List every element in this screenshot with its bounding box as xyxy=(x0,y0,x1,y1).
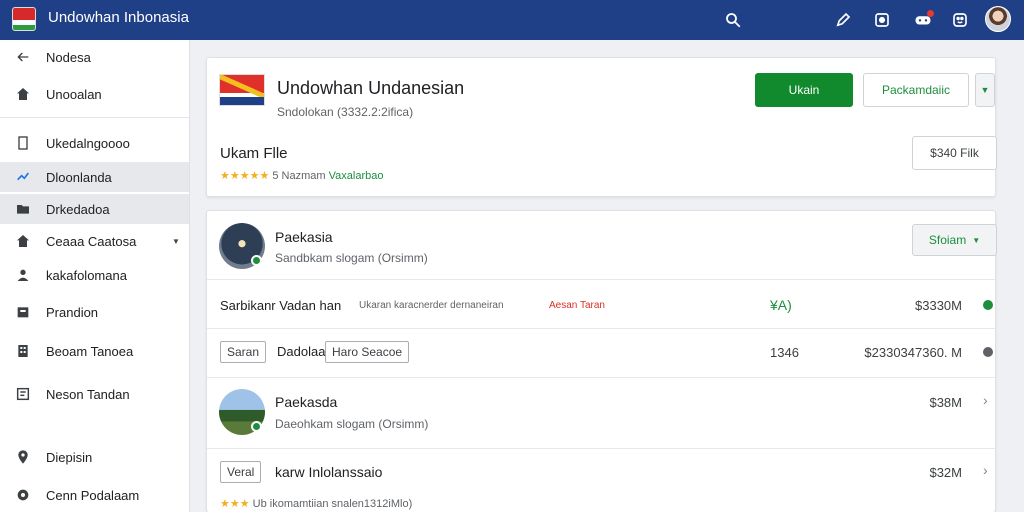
sidebar-item-settings[interactable]: Cenn Podalaam xyxy=(0,480,189,510)
home-icon xyxy=(14,232,32,250)
apps-icon[interactable] xyxy=(949,9,971,31)
row-mid-value: ¥A) xyxy=(770,297,792,313)
pen-icon[interactable] xyxy=(832,9,854,31)
folder-icon xyxy=(14,200,32,218)
secondary-action-button[interactable]: Packamdaiic xyxy=(863,73,969,107)
listing-card: Paekasia Sandbkam slogam (Orsimm) Sfoiam… xyxy=(206,210,997,512)
status-indicator xyxy=(983,300,993,310)
star-rating: ★★★★★ xyxy=(220,170,270,182)
search-icon[interactable] xyxy=(722,9,744,31)
file-price-button[interactable]: $340 Filk xyxy=(912,136,997,170)
chevron-down-icon: ▼ xyxy=(972,235,981,245)
chevron-down-icon[interactable]: ▼ xyxy=(172,237,180,246)
item-sub: Daeohkam slogam (Orsimm) xyxy=(275,417,429,431)
document-icon xyxy=(14,134,32,152)
settings-icon xyxy=(14,486,32,504)
box-icon xyxy=(14,303,32,321)
sidebar-item-location[interactable]: Diepisin xyxy=(0,442,189,472)
row-tag: Aesan Taran xyxy=(549,300,605,311)
status-indicator xyxy=(983,347,993,357)
row-price: $3330M xyxy=(915,298,962,313)
primary-action-button[interactable]: Ukain xyxy=(755,73,853,107)
rating-row: ★★★★★ 5 Nazmam Vaxalarbao xyxy=(220,170,384,182)
sidebar-item-back[interactable]: Nodesa xyxy=(0,42,189,72)
sidebar-item-square[interactable]: Neson Tandan xyxy=(0,379,189,409)
chevron-right-icon[interactable]: › xyxy=(983,392,988,408)
top-bar: Undowhan Inbonasia xyxy=(0,0,1024,40)
sidebar-item-folder[interactable]: Drkedadoa xyxy=(0,194,189,224)
rating-row: ★★★ Ub ikomamtiian snalen1312iMlo) xyxy=(220,498,413,510)
file-title: Ukam Flle xyxy=(220,145,288,162)
filter-dropdown[interactable]: Sfoiam ▼ xyxy=(912,224,997,256)
sidebar-item-building[interactable]: Beoam Tanoea xyxy=(0,336,189,366)
product-subtitle: Sndolokan (3332.2:2ifica) xyxy=(277,105,414,119)
row-text: karw Inlolanssaio xyxy=(275,464,383,480)
app-logo[interactable] xyxy=(12,7,36,31)
user-icon xyxy=(14,266,32,284)
product-header-card: Undowhan Undanesian Sndolokan (3332.2:2i… xyxy=(206,57,997,197)
chevron-down-icon[interactable]: ▼ xyxy=(975,73,995,107)
avatar[interactable] xyxy=(985,6,1011,32)
sidebar-item-box[interactable]: Prandion xyxy=(0,297,189,327)
item-name: Paekasia xyxy=(275,229,333,245)
sidebar-item-home[interactable]: Unooalan xyxy=(0,79,189,109)
notification-badge xyxy=(927,10,934,17)
sidebar-item-user[interactable]: kakafolomana xyxy=(0,260,189,290)
record-icon[interactable] xyxy=(871,9,893,31)
home-icon xyxy=(14,85,32,103)
square-icon xyxy=(14,385,32,403)
tag-chip[interactable]: Veral xyxy=(220,461,262,483)
arrow-left-icon xyxy=(14,48,32,66)
sync-icon xyxy=(14,168,32,186)
sidebar-item-home-2[interactable]: Ceaaa Caatosa ▼ xyxy=(0,226,189,256)
row-detail: Ukaran karacnerder dernaneiran xyxy=(359,300,504,311)
row-mid-value: 1346 xyxy=(770,345,799,360)
building-icon xyxy=(14,342,32,360)
row-text: Dadolaa xyxy=(277,344,326,359)
tag-chip[interactable]: Haro Seacoe xyxy=(325,341,410,363)
location-icon xyxy=(14,448,32,466)
sidebar: Nodesa Unooalan Ukedalngoooo Dloonlanda … xyxy=(0,40,190,512)
item-sub: Sandbkam slogam (Orsimm) xyxy=(275,251,428,265)
row-price: $38M xyxy=(929,395,962,410)
online-status-dot xyxy=(251,255,262,266)
chevron-right-icon[interactable]: › xyxy=(983,462,988,478)
sidebar-item-sync[interactable]: Dloonlanda xyxy=(0,162,189,192)
app-title: Undowhan Inbonasia xyxy=(48,9,189,26)
brand-logo xyxy=(219,74,265,106)
product-title: Undowhan Undanesian xyxy=(277,78,465,98)
row-price: $2330347360. M xyxy=(864,345,962,360)
row-title: Sarbikanr Vadan han xyxy=(220,298,342,313)
gamepad-icon[interactable] xyxy=(912,9,934,31)
online-status-dot xyxy=(251,421,262,432)
tag-chip[interactable]: Saran xyxy=(220,341,267,363)
row-price: $32M xyxy=(929,465,962,480)
sidebar-item-documents[interactable]: Ukedalngoooo xyxy=(0,128,189,158)
star-rating: ★★★ xyxy=(220,498,250,510)
item-name: Paekasda xyxy=(275,394,338,410)
